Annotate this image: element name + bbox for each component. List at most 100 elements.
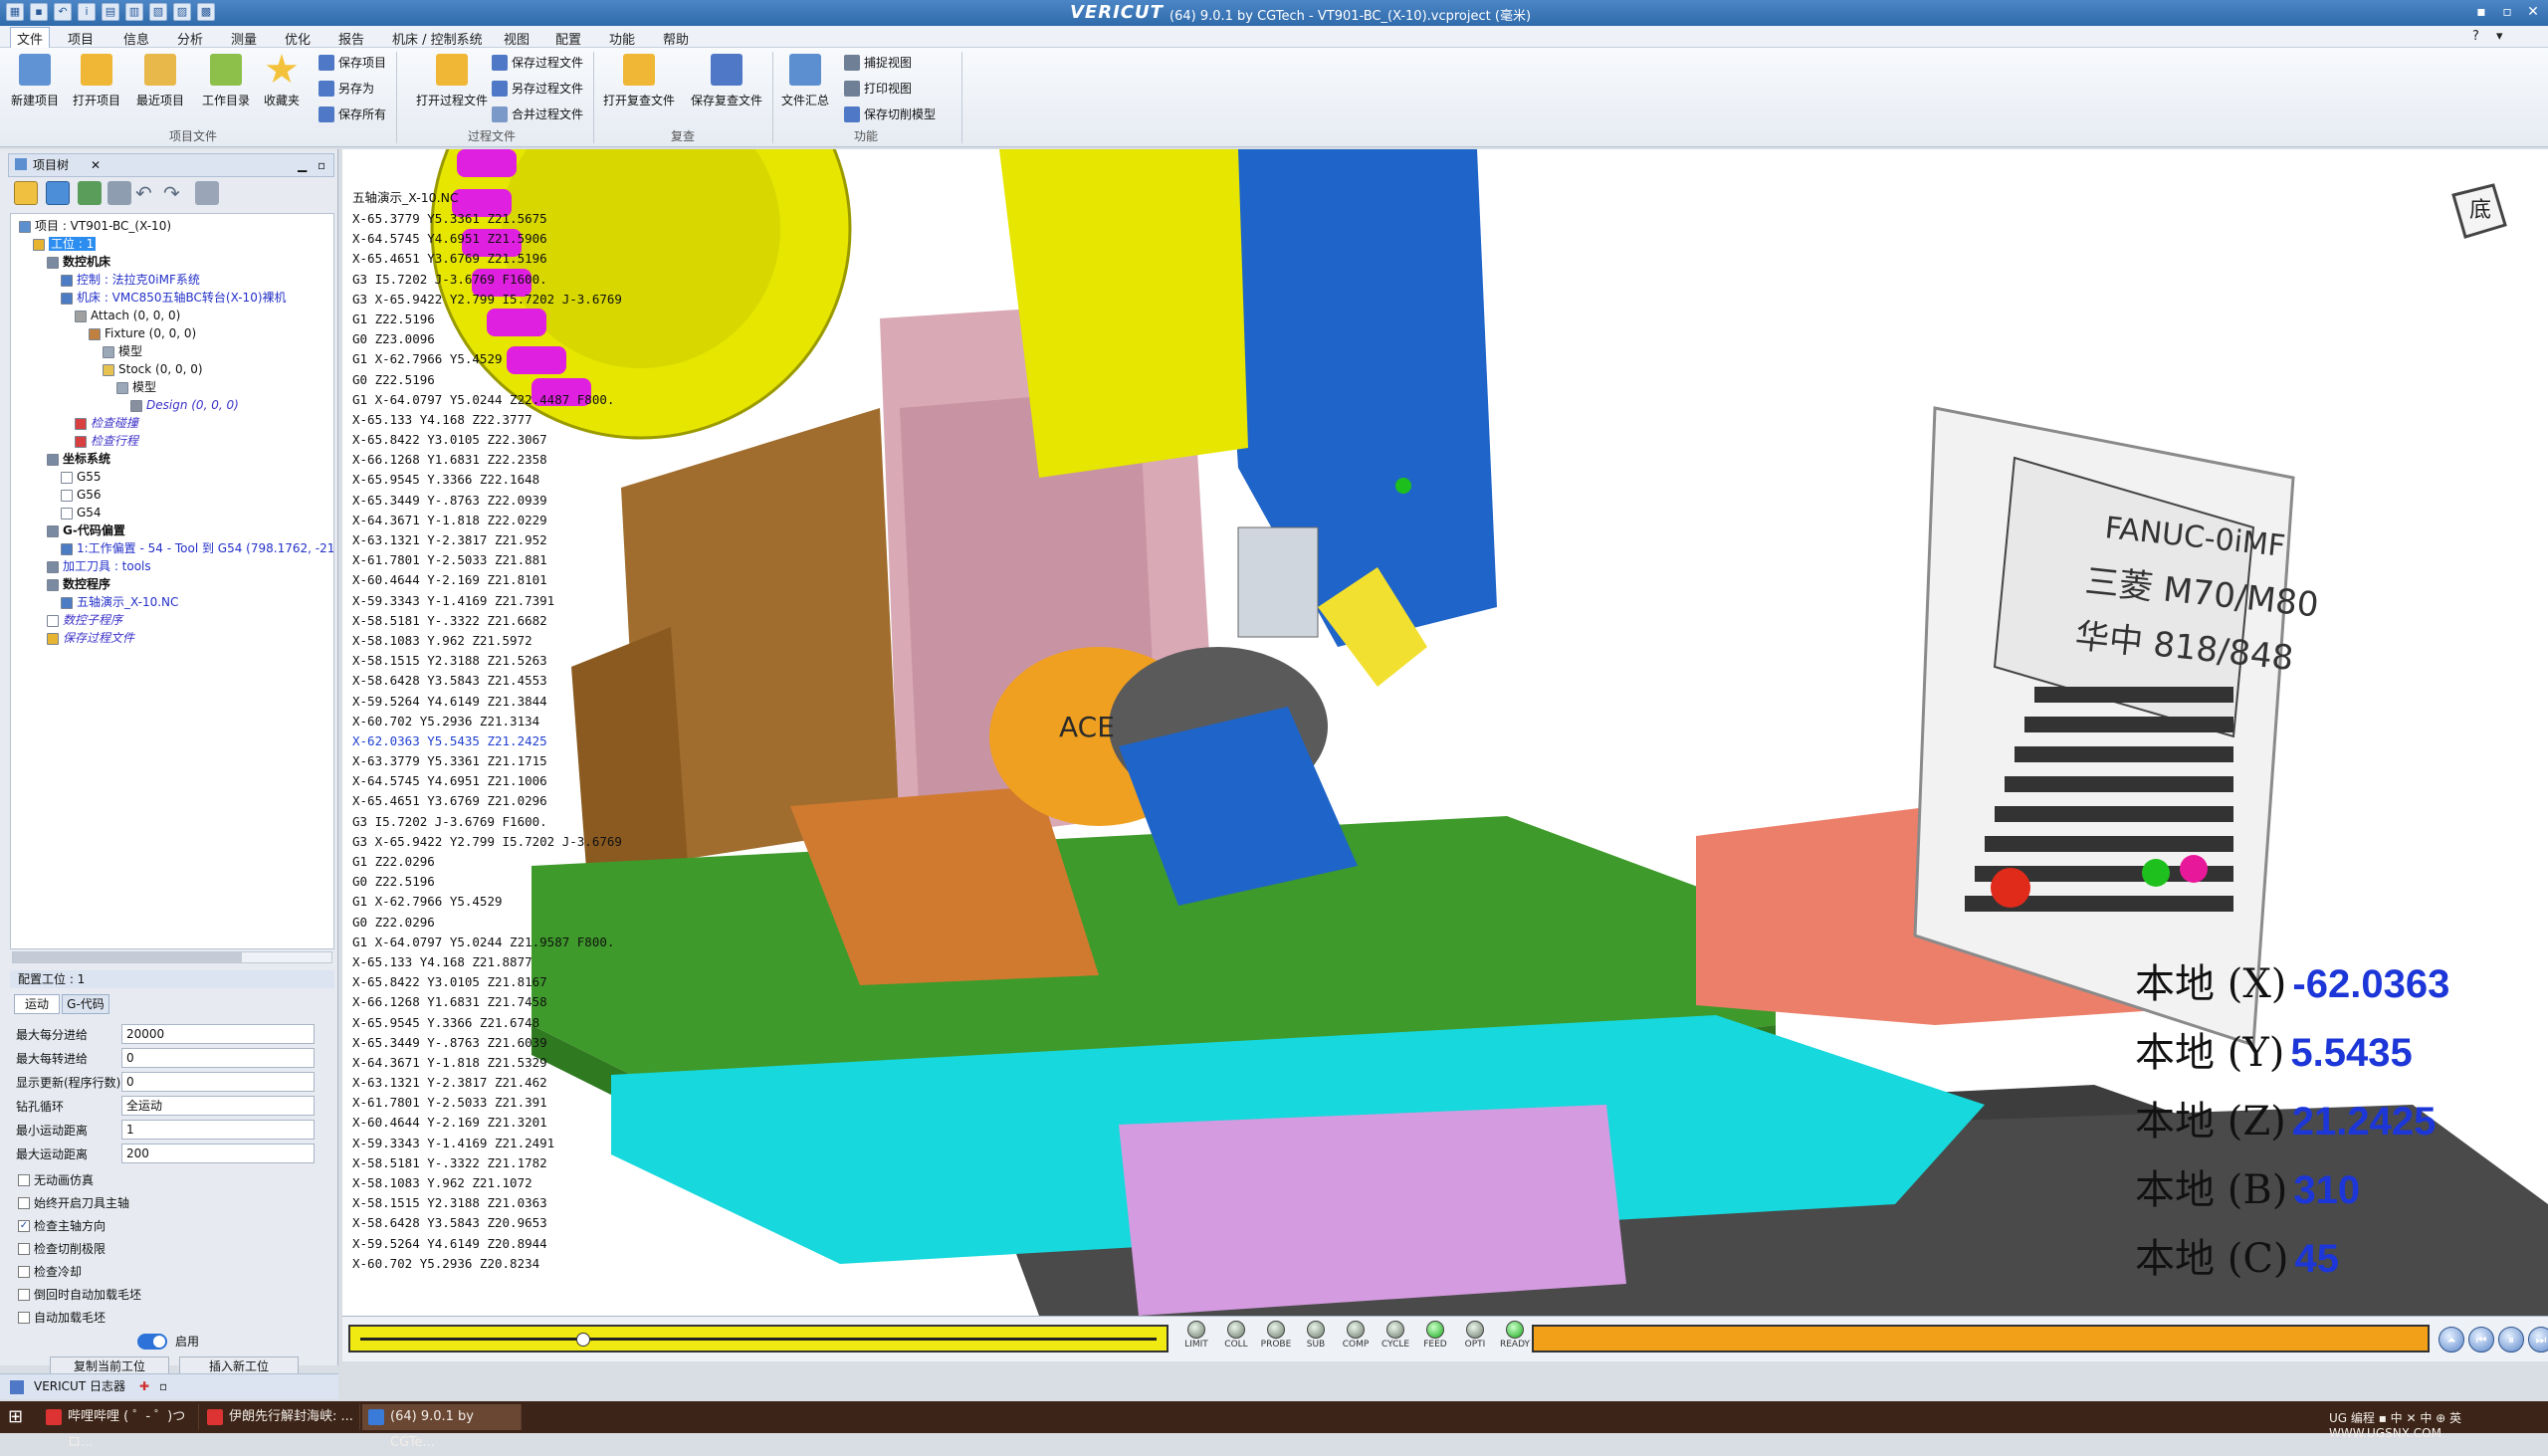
tree-item[interactable]: Design (0, 0, 0)	[130, 397, 239, 414]
tree-item[interactable]: 工位 : 1	[33, 236, 97, 253]
tab-gcode[interactable]: G-代码	[62, 994, 109, 1014]
tree-item[interactable]: 保存过程文件	[47, 630, 134, 647]
menu-function[interactable]: 功能	[609, 29, 635, 48]
menu-help[interactable]: 帮助	[663, 29, 689, 48]
minimize-pane-icon[interactable]: ▁	[298, 154, 307, 176]
tree-tool-icon[interactable]	[14, 181, 38, 205]
tree-copy-icon[interactable]	[107, 181, 131, 205]
pause-button[interactable]: ⏸	[2498, 1327, 2524, 1352]
tree-item[interactable]: G55	[61, 469, 102, 486]
config-checkbox[interactable]: 检查冷却	[16, 1261, 340, 1283]
config-field-input[interactable]: 全运动	[121, 1096, 315, 1116]
save-as-button[interactable]: 另存为	[318, 78, 374, 100]
menu-config[interactable]: 配置	[555, 29, 581, 48]
config-checkbox[interactable]: 自动加载毛坯	[16, 1307, 340, 1329]
tree-item[interactable]: 模型	[103, 343, 142, 360]
ribbon-collapse-icon[interactable]: ▾	[2496, 29, 2503, 44]
config-checkbox[interactable]: 倒回时自动加载毛坯	[16, 1284, 340, 1306]
config-field-input[interactable]: 20000	[121, 1024, 315, 1044]
tree-add-icon[interactable]	[78, 181, 102, 205]
checkbox-icon[interactable]	[18, 1289, 30, 1301]
tree-undo-icon[interactable]: ↶	[135, 181, 159, 205]
tree-item[interactable]: 控制 : 法拉克0iMF系统	[61, 272, 200, 289]
layout3-icon[interactable]: ▧	[149, 3, 167, 21]
menu-file[interactable]: 文件	[10, 27, 51, 49]
config-checkbox[interactable]: 检查切削极限	[16, 1238, 340, 1260]
checkbox-icon[interactable]	[18, 1174, 30, 1186]
checkbox-icon[interactable]	[18, 1266, 30, 1278]
config-field-input[interactable]: 0	[121, 1072, 315, 1092]
tree-item[interactable]: 1:工作偏置 - 54 - Tool 到 G54 (798.1762, -21	[61, 540, 333, 557]
playback-slider[interactable]	[348, 1325, 1168, 1352]
save-all-button[interactable]: 保存所有	[318, 104, 386, 125]
tree-item[interactable]: Fixture (0, 0, 0)	[89, 325, 196, 342]
config-checkbox[interactable]: ✓ 检查主轴方向	[16, 1215, 340, 1237]
close-button[interactable]: ✕	[2522, 2, 2544, 22]
open-project-button[interactable]: 打开项目	[68, 54, 125, 108]
tree-redo-icon[interactable]: ↷	[163, 181, 187, 205]
merge-process-file-button[interactable]: 合并过程文件	[492, 104, 583, 125]
restore-button[interactable]: ▫	[2496, 2, 2518, 22]
favorites-button[interactable]: 收藏夹	[253, 54, 311, 108]
tree-item[interactable]: 加工刀具 : tools	[47, 558, 151, 575]
menu-view[interactable]: 视图	[504, 29, 530, 48]
taskbar-item-news[interactable]: 伊朗先行解封海峡: ...	[201, 1404, 360, 1430]
tree-item[interactable]: 检查碰撞	[75, 415, 138, 432]
checkbox-icon[interactable]	[18, 1197, 30, 1209]
rewind-button[interactable]: ⏶	[2439, 1327, 2464, 1352]
tree-item[interactable]: G56	[61, 487, 102, 504]
checkbox-icon[interactable]	[18, 1243, 30, 1255]
config-checkbox[interactable]: 始终开启刀具主轴	[16, 1192, 340, 1214]
tree-item[interactable]: G54	[61, 505, 102, 521]
tree-item[interactable]: Stock (0, 0, 0)	[103, 361, 203, 378]
checkbox-checked-icon[interactable]: ✓	[18, 1220, 30, 1232]
float-icon[interactable]: ▫	[159, 1374, 167, 1398]
layout4-icon[interactable]: ▨	[173, 3, 191, 21]
menu-analysis[interactable]: 分析	[177, 29, 203, 48]
tree-item[interactable]: Attach (0, 0, 0)	[75, 308, 180, 324]
tree-export-icon[interactable]	[195, 181, 219, 205]
tree-item[interactable]: 坐标系统	[47, 451, 110, 468]
layout-icon[interactable]: ▤	[102, 3, 119, 21]
print-view-button[interactable]: 打印视图	[844, 78, 912, 100]
config-field-input[interactable]: 1	[121, 1120, 315, 1140]
app-menu-icon[interactable]: ▦	[6, 3, 24, 21]
save-process-file-button[interactable]: 保存过程文件	[492, 52, 583, 74]
minimize-button[interactable]: ▪	[2470, 2, 2492, 22]
working-directory-button[interactable]: 工作目录	[197, 54, 255, 108]
save-cut-model-button[interactable]: 保存切削模型	[844, 104, 936, 125]
config-field-input[interactable]: 200	[121, 1144, 315, 1163]
menu-project[interactable]: 项目	[68, 29, 94, 48]
menu-machine[interactable]: 机床 / 控制系统	[392, 29, 483, 48]
info-icon[interactable]: i	[78, 3, 96, 21]
close-tab-icon[interactable]: ✕	[91, 154, 101, 176]
recent-projects-button[interactable]: 最近项目	[131, 54, 189, 108]
config-field-input[interactable]: 0	[121, 1048, 315, 1068]
tree-item[interactable]: 项目 : VT901-BC_(X-10)	[19, 218, 171, 235]
menu-info[interactable]: 信息	[123, 29, 149, 48]
slider-thumb[interactable]	[576, 1333, 590, 1347]
float-pane-icon[interactable]: ▫	[318, 154, 325, 176]
windows-start-icon[interactable]: ⊞	[8, 1407, 28, 1427]
capture-view-button[interactable]: 捕捉视图	[844, 52, 912, 74]
open-review-file-button[interactable]: 打开复查文件	[597, 54, 681, 108]
tree-horizontal-scrollbar[interactable]	[12, 951, 332, 963]
save-process-as-button[interactable]: 另存过程文件	[492, 78, 583, 100]
menu-report[interactable]: 报告	[338, 29, 364, 48]
tree-item[interactable]: 五轴演示_X-10.NC	[61, 594, 178, 611]
menu-measure[interactable]: 测量	[231, 29, 257, 48]
undo-icon[interactable]: ↶	[54, 3, 72, 21]
save-icon[interactable]: ▪	[30, 3, 48, 21]
tree-item[interactable]: 数控机床	[47, 254, 110, 271]
layout2-icon[interactable]: ▥	[125, 3, 143, 21]
layout5-icon[interactable]: ▩	[197, 3, 215, 21]
logger-tab[interactable]: VERICUT 日志器 ✚ ▫	[0, 1373, 338, 1399]
taskbar-item-vericut[interactable]: (64) 9.0.1 by CGTe...	[362, 1404, 522, 1450]
taskbar-item-bilibili[interactable]: 哔哩哔哩 ( ゜- ゜)つロ...	[40, 1404, 199, 1450]
new-project-button[interactable]: 新建项目	[6, 54, 64, 108]
step-button[interactable]: ⏭	[2528, 1327, 2548, 1352]
tree-item[interactable]: 模型	[116, 379, 156, 396]
tree-item[interactable]: 数控程序	[47, 576, 110, 593]
config-checkbox[interactable]: 无动画仿真	[16, 1169, 340, 1191]
tree-item[interactable]: 数控子程序	[47, 612, 122, 629]
